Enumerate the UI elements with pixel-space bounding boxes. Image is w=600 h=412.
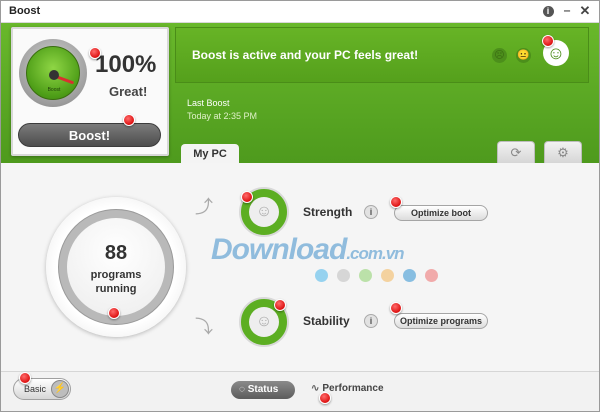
marker-dot — [390, 196, 402, 208]
marker-dot — [19, 372, 31, 384]
speedometer-icon: Boost — [19, 39, 87, 107]
programs-count: 88 — [104, 242, 128, 264]
window-title: Boost — [9, 5, 41, 17]
marker-dot — [241, 191, 253, 203]
watermark-dot — [381, 269, 394, 282]
marker-dot — [108, 307, 120, 319]
arrow-icon: ⤴ — [195, 197, 213, 217]
marker-dot — [123, 114, 135, 126]
watermark-dot — [337, 269, 350, 282]
info-icon[interactable]: i — [364, 205, 378, 219]
status-message: Boost is active and your PC feels great! — [192, 48, 419, 62]
tab-my-pc[interactable]: My PC — [181, 144, 239, 164]
last-boost-time: Today at 2:35 PM — [187, 111, 258, 121]
programs-label: programs running — [90, 269, 142, 295]
pulse-icon: ∿ — [311, 383, 320, 394]
watermark-dots — [315, 269, 447, 287]
refresh-icon[interactable]: ⟳ — [497, 141, 535, 163]
optimize-programs-button[interactable]: Optimize programs — [394, 313, 488, 329]
boost-button[interactable]: Boost! — [18, 123, 161, 147]
my-pc-panel: 88 programs running ⤴ ⤵ ☺ Strength i Opti… — [1, 163, 599, 371]
watermark-dot — [403, 269, 416, 282]
optimize-boot-button[interactable]: Optimize boot — [394, 205, 488, 221]
watermark-dot — [425, 269, 438, 282]
title-bar: Boost i ‒ ✕ — [1, 1, 599, 23]
marker-dot — [390, 302, 402, 314]
stability-label: Stability — [303, 314, 350, 328]
boost-gauge-card: Boost 100% Great! Boost! — [11, 27, 169, 156]
marker-dot — [542, 35, 554, 47]
marker-dot — [319, 392, 331, 404]
gauge-label: Boost — [47, 87, 61, 93]
minimize-icon[interactable]: ‒ — [560, 4, 574, 18]
last-boost-label: Last Boost — [187, 98, 230, 108]
bottom-bar: Basic ⚡ ◌ Status ∿ Performance — [1, 371, 599, 411]
boost-status: Great! — [109, 84, 148, 99]
marker-dot — [89, 47, 101, 59]
watermark-logo: Download.com.vn — [211, 233, 405, 266]
sad-face-icon: ☹ — [492, 48, 507, 63]
strength-label: Strength — [303, 205, 353, 219]
arrow-icon: ⤵ — [195, 317, 213, 337]
close-icon[interactable]: ✕ — [578, 4, 592, 18]
info-icon[interactable]: i — [541, 4, 555, 18]
header-panel: Boost 100% Great! Boost! Boost is active… — [1, 23, 599, 164]
neutral-face-icon: 😐 — [516, 48, 531, 63]
gear-icon[interactable]: ⚙ — [544, 141, 582, 163]
watermark-dot — [359, 269, 372, 282]
status-banner: Boost is active and your PC feels great!… — [175, 27, 589, 83]
watermark-dot — [315, 269, 328, 282]
info-icon[interactable]: i — [364, 314, 378, 328]
boost-window: Boost i ‒ ✕ Boost 100% Great! Boost! Boo… — [0, 0, 600, 412]
toggle-knob-icon: ⚡ — [51, 380, 69, 398]
tab-status[interactable]: ◌ Status — [231, 381, 295, 399]
marker-dot — [274, 299, 286, 311]
boost-percent: 100% — [95, 51, 157, 78]
